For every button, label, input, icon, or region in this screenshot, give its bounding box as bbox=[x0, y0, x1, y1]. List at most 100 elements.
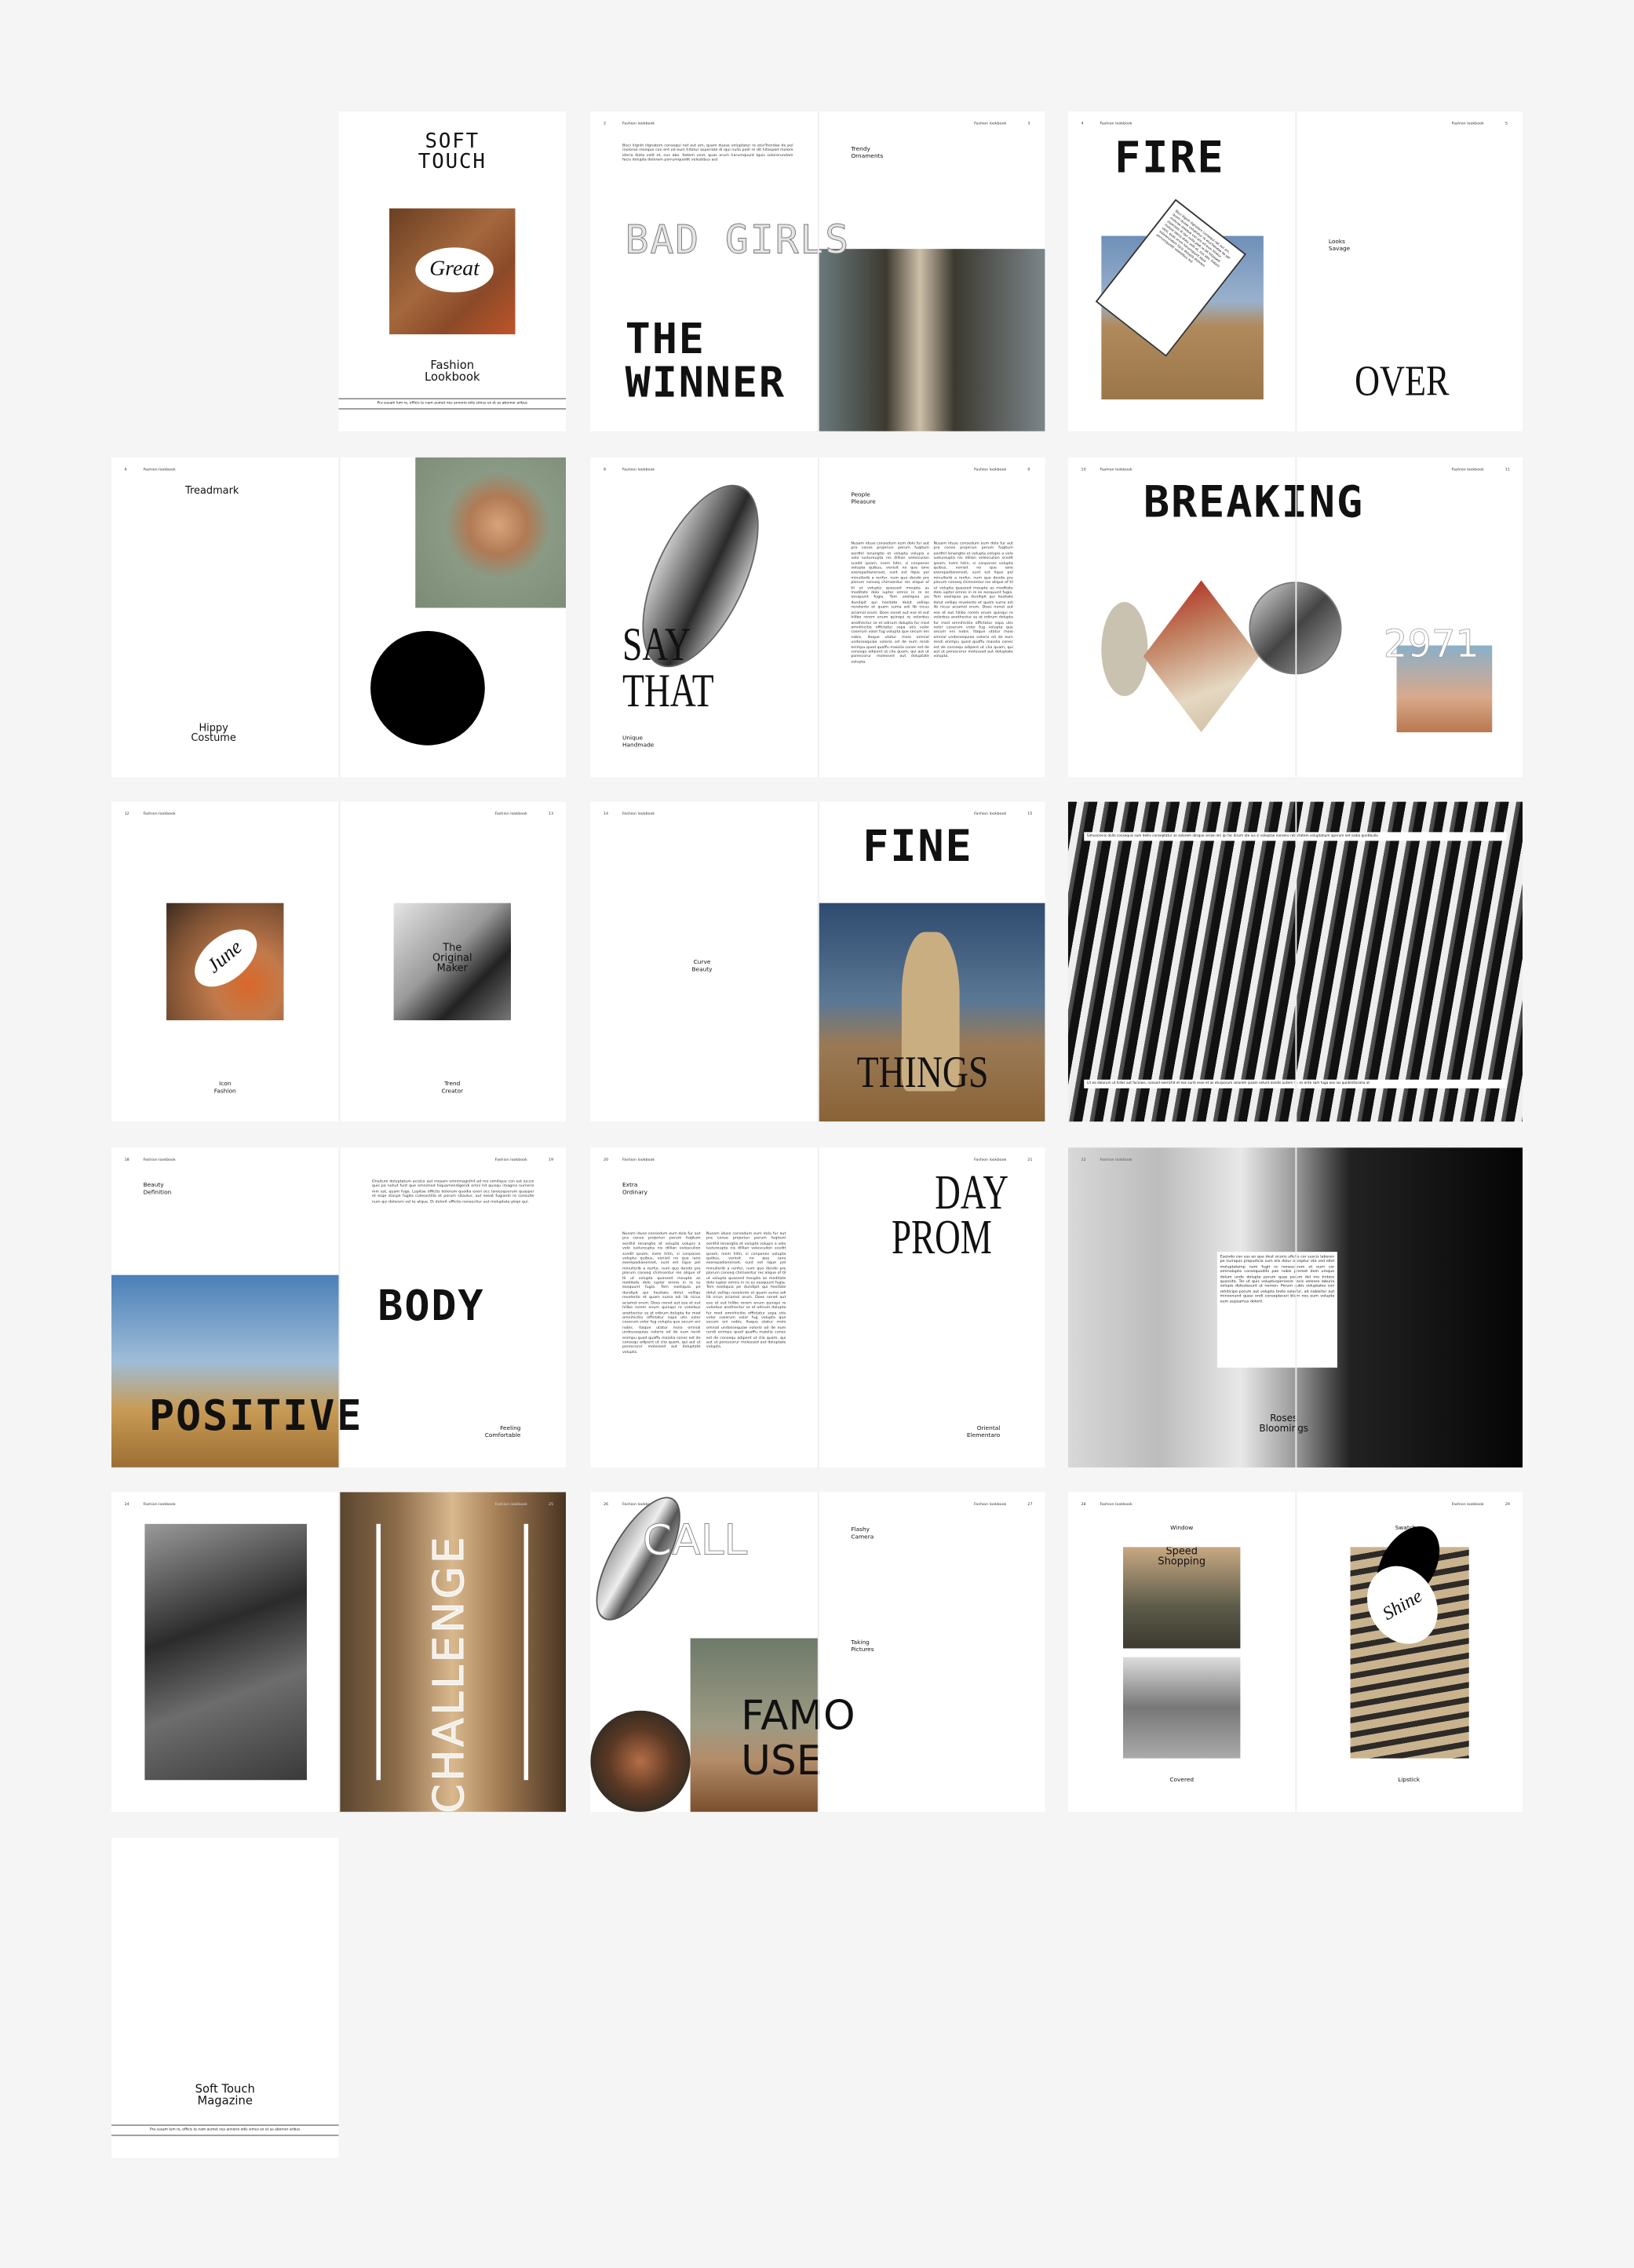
page-number: 20 bbox=[603, 1158, 609, 1162]
running-header: Fashion lookbook bbox=[1100, 1502, 1132, 1507]
section-label: Curve Beauty bbox=[691, 957, 713, 973]
spread-6-7[interactable]: 6 Fashion lookbook Treadmark Hippy Costu… bbox=[111, 457, 567, 778]
section-label: Flashy Camera bbox=[851, 1525, 874, 1541]
lookbook-page-grid: SOFT TOUCH Great Fashion Lookbook Pra su… bbox=[0, 0, 1634, 2268]
running-header: Fashion lookbook bbox=[143, 811, 176, 817]
section-label: Oriental Elementaro bbox=[966, 1424, 1001, 1439]
oval-word: June bbox=[184, 917, 268, 998]
page-number: 5 bbox=[1505, 121, 1508, 126]
body-column: Nusam iduse consedum eum dolo fur aut pr… bbox=[706, 1231, 786, 1350]
couple-photo: Speed Shopping bbox=[1123, 1547, 1241, 1649]
running-header: Fashion lookbook bbox=[494, 1158, 527, 1162]
spread-24-25[interactable]: 24 Fashion lookbook CHALLENGE Fashion lo… bbox=[111, 1492, 567, 1812]
running-header: Fashion lookbook bbox=[143, 1158, 176, 1162]
number-overlay: 2971 bbox=[1383, 623, 1480, 668]
spread-26-27[interactable]: 26 Fashion lookbook Fashion lookbook 27 … bbox=[590, 1492, 1045, 1812]
serif-headline: SAY bbox=[622, 619, 691, 672]
collage-oval bbox=[1101, 602, 1148, 697]
headline: FAMO bbox=[741, 1691, 855, 1740]
serif-headline: THAT bbox=[622, 665, 714, 718]
portrait-photo bbox=[415, 457, 567, 608]
running-header: Fashion lookbook bbox=[974, 1502, 1007, 1507]
running-header: Fashion lookbook bbox=[1100, 121, 1132, 126]
back-cover-page[interactable]: Soft Touch Magazine Pra susam lum re, of… bbox=[111, 1838, 339, 2158]
spread-18-19[interactable]: 18 Fashion lookbook Fashion lookbook 19 … bbox=[111, 1147, 567, 1468]
spread-16-17[interactable]: Simuscienis dollo consequis sum dellis c… bbox=[1067, 801, 1523, 1122]
coat-photo bbox=[817, 249, 1045, 432]
circle-photo bbox=[590, 1710, 691, 1812]
page-number: 29 bbox=[1505, 1502, 1510, 1507]
page-number: 28 bbox=[1081, 1502, 1086, 1507]
spread-2-3[interactable]: 2 Fashion lookbook Fashion lookbook 3 Bi… bbox=[590, 111, 1045, 432]
running-header: Fashion lookbook bbox=[622, 121, 655, 126]
section-label: Trendy Ornaments bbox=[851, 144, 884, 159]
body-column: Nusam iduse consedum eum dolo fur aut pr… bbox=[933, 541, 1013, 659]
running-header: Fashion lookbook bbox=[143, 1502, 176, 1507]
serif-headline: OVER bbox=[1355, 357, 1450, 406]
headline: BODY bbox=[377, 1281, 485, 1330]
spread-20-21[interactable]: 20 Fashion lookbook Fashion lookbook 21 … bbox=[590, 1147, 1045, 1468]
running-header: Fashion lookbook bbox=[622, 467, 655, 472]
spread-28-29[interactable]: 28 Fashion lookbook Fashion lookbook 29 … bbox=[1067, 1492, 1523, 1812]
headline: BREAKING bbox=[1143, 477, 1365, 529]
cover-subtitle: Fashion Lookbook bbox=[425, 359, 480, 384]
headline: POSITIVE bbox=[148, 1391, 363, 1440]
section-label: Unique Handmade bbox=[622, 733, 655, 749]
spread-8-9[interactable]: 8 Fashion lookbook Fashion lookbook 9 SA… bbox=[590, 457, 1045, 778]
cover-footer: Pra susam lum re, officis te nam aumet n… bbox=[338, 398, 567, 410]
text-strip: Simuscienis dollo consequis sum dellis c… bbox=[1084, 832, 1507, 841]
section-label: Window bbox=[1170, 1523, 1194, 1532]
cover-page[interactable]: SOFT TOUCH Great Fashion Lookbook Pra su… bbox=[338, 111, 567, 432]
page-number: 15 bbox=[1027, 811, 1033, 817]
spread-10-11[interactable]: 10 Fashion lookbook Fashion lookbook 11 … bbox=[1067, 457, 1523, 778]
text-box: Eseivdo con ess en que dest sicoris ufic… bbox=[1216, 1252, 1337, 1368]
section-label: Hippy Costume bbox=[191, 722, 236, 744]
page-number: 21 bbox=[1027, 1158, 1033, 1162]
running-header: Fashion lookbook bbox=[974, 811, 1007, 817]
running-header: Fashion lookbook bbox=[974, 121, 1007, 126]
running-header: Fashion lookbook bbox=[622, 1158, 655, 1162]
serif-headline: DAY bbox=[935, 1166, 1008, 1220]
spread-12-13[interactable]: 12 Fashion lookbook Fashion lookbook 13 … bbox=[111, 801, 567, 1122]
section-label: Looks Savage bbox=[1328, 237, 1351, 252]
body-column: Nusam iduse consedum eum dolo fur aut pr… bbox=[622, 1231, 701, 1355]
section-label: Icon Fashion bbox=[213, 1079, 236, 1095]
running-header: Fashion lookbook bbox=[622, 811, 655, 817]
back-cover-footer: Pra susam lum re, officis te nam aumet n… bbox=[111, 2124, 339, 2136]
body-paragraph: Bisci ilignih ilignatem consequi net aut… bbox=[622, 143, 793, 162]
headline: WINNER bbox=[625, 357, 786, 407]
back-cover-title: Soft Touch Magazine bbox=[195, 2082, 255, 2108]
page-number: 12 bbox=[124, 811, 129, 817]
section-label: Roses Bloomings bbox=[1259, 1412, 1309, 1435]
section-label: Taking Pictures bbox=[851, 1638, 874, 1653]
section-label: Beauty Definition bbox=[143, 1180, 172, 1196]
running-header: Fashion lookbook bbox=[494, 1502, 527, 1507]
running-header: Fashion lookbook bbox=[1100, 467, 1132, 472]
headline: THE bbox=[625, 314, 706, 363]
headline: FIRE bbox=[1114, 133, 1225, 184]
oval-word: Great bbox=[415, 247, 494, 293]
section-label: Covered bbox=[1169, 1775, 1194, 1783]
section-label: Treadmark bbox=[185, 484, 239, 497]
spread-22-23[interactable]: 22 Fashion lookbook Eseivdo con ess en q… bbox=[1067, 1147, 1523, 1468]
page-number: 19 bbox=[548, 1158, 554, 1162]
serif-headline: THINGS bbox=[856, 1046, 989, 1097]
section-label: Trend Creator bbox=[441, 1079, 464, 1095]
page-number: 22 bbox=[1081, 1158, 1086, 1162]
page-number: 24 bbox=[124, 1502, 129, 1507]
spread-4-5[interactable]: 4 Fashion lookbook Fashion lookbook 5 FI… bbox=[1067, 111, 1523, 432]
challenge-photo: CHALLENGE bbox=[338, 1492, 567, 1812]
running-header: Fashion lookbook bbox=[1451, 121, 1484, 126]
cover-photo: Great bbox=[389, 208, 516, 334]
page-number: 14 bbox=[603, 811, 609, 817]
photo-overlay-text: The Original Maker bbox=[432, 942, 472, 975]
page-number: 11 bbox=[1505, 467, 1510, 472]
bw-portrait-photo bbox=[144, 1523, 307, 1781]
spread-14-15[interactable]: 14 Fashion lookbook Fashion lookbook 15 … bbox=[590, 801, 1045, 1122]
body-column: Nusam iduse consedum eum dolo fur aut pr… bbox=[851, 541, 929, 664]
collage-circle bbox=[1249, 582, 1342, 675]
section-label: Feeling Comfortable bbox=[484, 1424, 521, 1439]
orange-photo: June bbox=[166, 902, 284, 1021]
running-header: Fashion lookbook bbox=[974, 1158, 1007, 1162]
black-circle bbox=[370, 631, 485, 746]
